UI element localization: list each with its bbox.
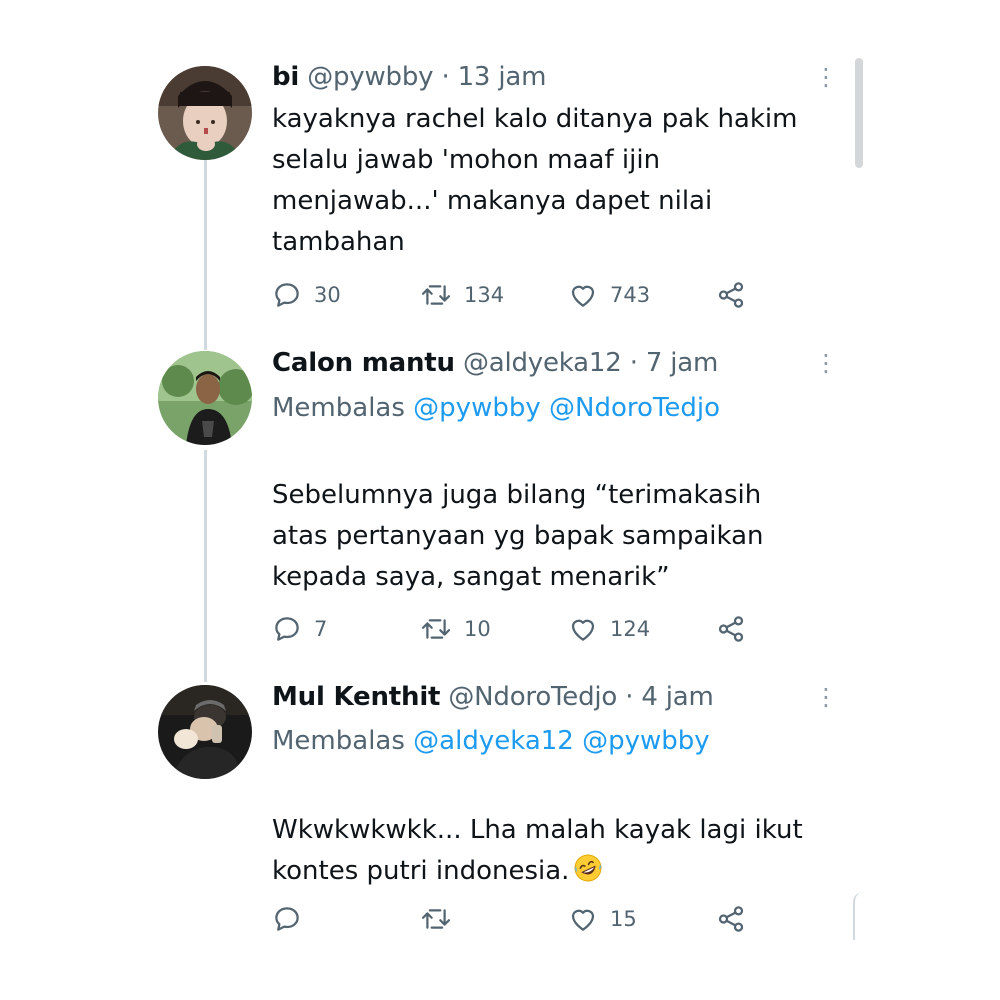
display-name[interactable]: Calon mantu bbox=[272, 348, 455, 378]
replying-to: Membalas @aldyeka12 @pywbby bbox=[272, 724, 710, 758]
reply-button[interactable]: 30 bbox=[272, 278, 341, 312]
reply-count: 30 bbox=[314, 283, 341, 307]
retweet-count: 10 bbox=[464, 617, 491, 641]
retweet-button[interactable]: 134 bbox=[420, 278, 504, 312]
username[interactable]: @NdoroTedjo bbox=[448, 682, 617, 712]
reply-icon bbox=[272, 614, 302, 644]
share-button[interactable] bbox=[716, 278, 746, 312]
tweet-text: Sebelumnya juga bilang “terimakasih atas… bbox=[272, 475, 832, 598]
separator-dot: · bbox=[441, 62, 450, 92]
like-count: 15 bbox=[610, 907, 637, 931]
like-button[interactable]: 15 bbox=[568, 902, 637, 936]
separator-dot: · bbox=[625, 682, 634, 712]
username[interactable]: @aldyeka12 bbox=[463, 348, 622, 378]
tweet-text-line: selalu jawab 'mohon maaf ijin bbox=[272, 145, 661, 175]
share-button[interactable] bbox=[716, 612, 746, 646]
separator-dot: · bbox=[629, 348, 638, 378]
panel-edge bbox=[853, 892, 865, 940]
reply-button[interactable]: 7 bbox=[272, 612, 327, 646]
like-count: 124 bbox=[610, 617, 651, 641]
tweet-header: Calon mantu @aldyeka12 · 7 jam bbox=[272, 346, 718, 380]
share-icon bbox=[716, 904, 746, 934]
tweet-text-line: tambahan bbox=[272, 227, 405, 257]
avatar[interactable] bbox=[158, 351, 252, 445]
retweet-icon bbox=[420, 280, 452, 310]
like-count: 743 bbox=[610, 283, 651, 307]
timestamp[interactable]: 7 jam bbox=[646, 348, 718, 378]
tweet-text-line: kontes putri indonesia. bbox=[272, 851, 832, 892]
tweet-text-line: Wkwkwkwkk... Lha malah kayak lagi ikut bbox=[272, 815, 803, 845]
tweet-text-line: menjawab...' makanya dapet nilai bbox=[272, 186, 713, 216]
tweet-text-fragment: kontes putri indonesia. bbox=[272, 856, 570, 886]
mention-link[interactable]: @pywbby bbox=[413, 393, 541, 423]
avatar[interactable] bbox=[158, 66, 252, 160]
like-button[interactable]: 743 bbox=[568, 278, 650, 312]
share-icon bbox=[716, 280, 746, 310]
replying-to-label: Membalas bbox=[272, 393, 405, 423]
tweet-header: bi @pywbby · 13 jam bbox=[272, 60, 546, 94]
tweet-text-line: Sebelumnya juga bilang “terimakasih bbox=[272, 480, 762, 510]
retweet-count: 134 bbox=[464, 283, 505, 307]
mention-link[interactable]: @NdoroTedjo bbox=[549, 393, 720, 423]
username[interactable]: @pywbby bbox=[307, 62, 433, 92]
heart-icon bbox=[568, 614, 598, 644]
tweet-text-line: kayaknya rachel kalo ditanya pak hakim bbox=[272, 104, 798, 134]
tweet-actions: 7 10 124 bbox=[272, 612, 772, 646]
thread-line bbox=[204, 160, 207, 350]
share-icon bbox=[716, 614, 746, 644]
display-name[interactable]: bi bbox=[272, 62, 299, 92]
retweet-button[interactable] bbox=[420, 902, 464, 936]
timestamp[interactable]: 13 jam bbox=[458, 62, 547, 92]
more-vertical-icon[interactable]: ⋮ bbox=[814, 680, 838, 714]
mention-link[interactable]: @aldyeka12 bbox=[413, 726, 574, 756]
retweet-button[interactable]: 10 bbox=[420, 612, 491, 646]
reply-icon bbox=[272, 280, 302, 310]
tweet-text: Wkwkwkwkk... Lha malah kayak lagi ikut k… bbox=[272, 810, 832, 892]
heart-icon bbox=[568, 904, 598, 934]
avatar[interactable] bbox=[158, 685, 252, 779]
tweet-text-line: atas pertanyaan yg bapak sampaikan bbox=[272, 521, 764, 551]
reply-icon bbox=[272, 904, 302, 934]
scrollbar[interactable] bbox=[855, 58, 863, 168]
laughing-emoji-icon bbox=[573, 853, 603, 883]
like-button[interactable]: 124 bbox=[568, 612, 650, 646]
share-button[interactable] bbox=[716, 902, 746, 936]
retweet-icon bbox=[420, 904, 452, 934]
reply-button[interactable] bbox=[272, 902, 314, 936]
tweet-actions: 15 bbox=[272, 902, 772, 936]
retweet-icon bbox=[420, 614, 452, 644]
timestamp[interactable]: 4 jam bbox=[641, 682, 713, 712]
tweet-actions: 30 134 743 bbox=[272, 278, 772, 312]
tweet-text: kayaknya rachel kalo ditanya pak hakim s… bbox=[272, 99, 832, 263]
replying-to: Membalas @pywbby @NdoroTedjo bbox=[272, 391, 720, 425]
heart-icon bbox=[568, 280, 598, 310]
mention-link[interactable]: @pywbby bbox=[582, 726, 710, 756]
replying-to-label: Membalas bbox=[272, 726, 405, 756]
display-name[interactable]: Mul Kenthit bbox=[272, 682, 440, 712]
tweet-header: Mul Kenthit @NdoroTedjo · 4 jam bbox=[272, 680, 714, 714]
tweet-text-line: kepada saya, sangat menarik” bbox=[272, 562, 670, 592]
more-vertical-icon[interactable]: ⋮ bbox=[814, 60, 838, 94]
reply-count: 7 bbox=[314, 617, 328, 641]
more-vertical-icon[interactable]: ⋮ bbox=[814, 346, 838, 380]
thread-line bbox=[204, 450, 207, 682]
